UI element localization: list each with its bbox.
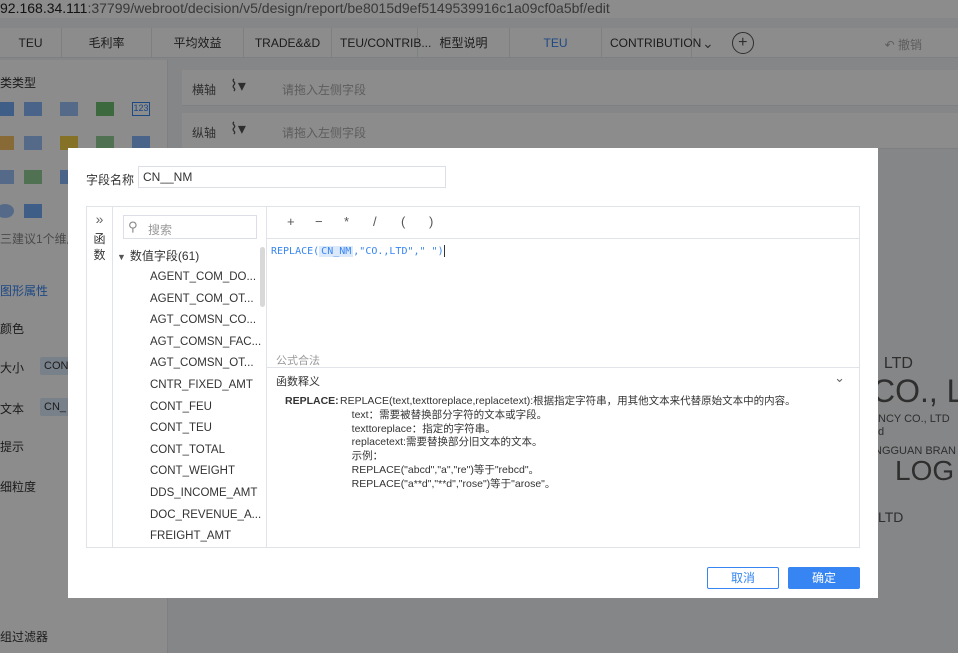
cancel-button[interactable]: 取消 — [707, 567, 779, 589]
field-item[interactable]: AGT_COMSN_CO... — [150, 310, 262, 332]
close-paren-operator[interactable]: ) — [429, 214, 433, 229]
explain-line: REPLACE("abcd","a","re")等于"rebcd"。 — [340, 463, 540, 476]
divide-operator[interactable]: / — [373, 214, 377, 229]
operator-bar: + − * / ( ) — [267, 207, 859, 239]
field-list: AGENT_COM_DO... AGENT_COM_OT... AGT_COMS… — [150, 267, 262, 547]
explain-line: REPLACE("a**d","**d","rose")等于"arose"。 — [340, 477, 556, 490]
group-label: 数值字段(61) — [129, 249, 200, 263]
search-icon: ⚲ — [128, 219, 138, 234]
function-panel-toggle[interactable]: » 函数 — [87, 207, 113, 547]
explain-line: 示例： — [340, 450, 384, 463]
field-item[interactable]: DDS_INCOME_AMT — [150, 483, 262, 505]
field-item[interactable]: CNTR_FIXED_AMT — [150, 375, 262, 397]
numeric-fields-group[interactable]: ▼ 数值字段(61) — [117, 247, 199, 264]
field-name-label: 字段名称 — [86, 173, 135, 187]
multiply-operator[interactable]: * — [344, 214, 349, 229]
field-name-input[interactable]: CN__NM — [138, 166, 446, 188]
formula-input[interactable]: REPLACE(CN_NM ,"CO.,LTD"," ") — [271, 245, 445, 257]
explain-line: texttoreplace：指定的字符串。 — [340, 422, 496, 435]
function-keyword: REPLACE: — [285, 395, 339, 407]
search-placeholder: 搜索 — [148, 223, 173, 237]
field-item[interactable]: CONT_TOTAL — [150, 440, 262, 462]
formula-area: + − * / ( ) REPLACE(CN_NM ,"CO.,LTD"," ")… — [267, 207, 859, 547]
field-item[interactable]: AGT_COMSN_FAC... — [150, 332, 262, 354]
open-paren-operator[interactable]: ( — [401, 214, 405, 229]
field-item[interactable]: AGENT_COM_OT... — [150, 289, 262, 311]
function-explain-title: 函数释义 — [276, 376, 320, 388]
field-list-scrollbar[interactable] — [260, 247, 265, 307]
explain-line: replacetext:需要替换部分旧文本的文本。 — [340, 436, 543, 449]
field-item[interactable]: CONT_TEU — [150, 418, 262, 440]
function-explain-header[interactable]: 函数释义 ⌄ — [267, 367, 859, 391]
minus-operator[interactable]: − — [315, 214, 323, 229]
caret-down-icon[interactable]: ▼ — [117, 252, 126, 262]
explain-line: REPLACE(text,texttoreplace,replacetext):… — [340, 395, 796, 407]
field-item[interactable]: AGENT_COM_DO... — [150, 267, 262, 289]
double-chevron-right-icon[interactable]: » — [87, 211, 112, 227]
field-item[interactable]: DOC_REVENUE_A... — [150, 505, 262, 527]
field-item[interactable]: FREIGHT_AMT — [150, 526, 262, 547]
formula-editor: » 函数 ⚲ 搜索 ▼ 数值字段(61) AGENT_COM_DO... AGEN… — [86, 206, 860, 548]
formula-valid-status: 公式合法 — [276, 355, 320, 367]
formula-field-token[interactable]: CN_NM — [319, 246, 354, 257]
calculated-field-dialog: 字段名称 CN__NM » 函数 ⚲ 搜索 ▼ 数值字段(61) AGENT_CO… — [68, 148, 878, 598]
explain-line: text：需要被替换部分字符的文本或字段。 — [340, 408, 548, 421]
confirm-button[interactable]: 确定 — [788, 567, 860, 589]
field-item[interactable]: CONT_WEIGHT — [150, 461, 262, 483]
field-list-panel: ⚲ 搜索 ▼ 数值字段(61) AGENT_COM_DO... AGENT_COM… — [113, 207, 267, 547]
formula-args: ,"CO.,LTD"," ") — [353, 246, 444, 257]
chevron-down-icon[interactable]: ⌄ — [834, 370, 845, 386]
text-cursor — [443, 245, 445, 257]
field-search-input[interactable]: ⚲ 搜索 — [123, 215, 257, 239]
field-item[interactable]: AGT_COMSN_OT... — [150, 353, 262, 375]
field-item[interactable]: CONT_FEU — [150, 397, 262, 419]
function-panel-label: 函数 — [93, 232, 106, 262]
plus-operator[interactable]: + — [287, 214, 295, 229]
formula-function: REPLACE( — [271, 246, 320, 257]
